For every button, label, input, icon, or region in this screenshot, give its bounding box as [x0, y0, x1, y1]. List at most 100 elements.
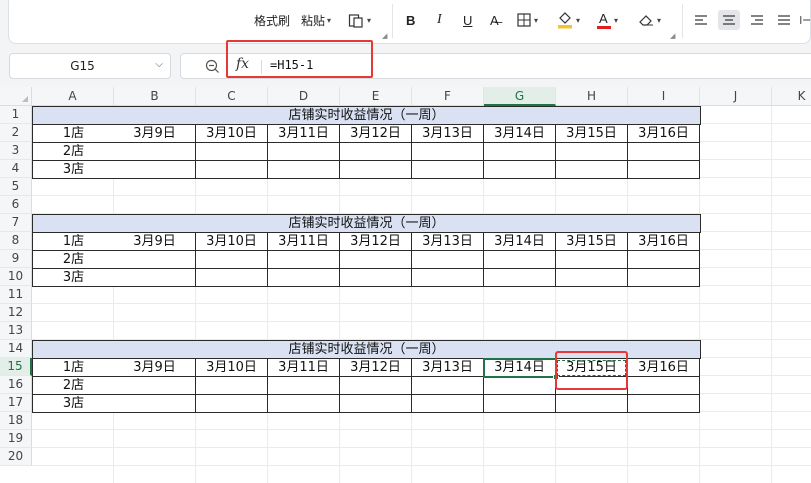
table-cell[interactable]: [340, 395, 412, 413]
table-cell[interactable]: [268, 161, 340, 179]
table-cell[interactable]: [340, 251, 412, 269]
table-cell[interactable]: [268, 251, 340, 269]
table-cell[interactable]: [412, 269, 484, 287]
column-header-k[interactable]: K: [772, 87, 811, 106]
table-cell[interactable]: [556, 251, 628, 269]
row-header-3[interactable]: 3: [0, 142, 32, 160]
row-header-16[interactable]: 16: [0, 376, 32, 394]
table-cell[interactable]: [114, 251, 196, 269]
format-painter-button[interactable]: 格式刷: [254, 11, 290, 29]
table-cell[interactable]: [628, 143, 700, 161]
strikethrough-button[interactable]: A̶: [490, 10, 499, 30]
chevron-down-icon[interactable]: ⌵: [155, 59, 163, 70]
row-header-14[interactable]: 14: [0, 340, 32, 358]
row-header-18[interactable]: 18: [0, 412, 32, 430]
table-cell[interactable]: [628, 161, 700, 179]
column-header-e[interactable]: E: [340, 87, 412, 106]
table-header-cell[interactable]: 3月9日: [114, 125, 196, 143]
table-cell[interactable]: [114, 395, 196, 413]
table-cell[interactable]: [484, 161, 556, 179]
bold-button[interactable]: B: [406, 10, 415, 30]
row-header-12[interactable]: 12: [0, 304, 32, 322]
table-header-cell[interactable]: 3月15日: [556, 233, 628, 251]
clear-button[interactable]: ▾: [638, 10, 661, 30]
column-header-c[interactable]: C: [196, 87, 268, 106]
paste-button[interactable]: 粘贴 ▾: [301, 11, 331, 29]
column-header-f[interactable]: F: [412, 87, 484, 106]
row-header-15[interactable]: 15: [0, 358, 32, 376]
row-header-2[interactable]: 2: [0, 124, 32, 142]
clipboard-dialog-launcher-icon[interactable]: ◢: [382, 32, 387, 40]
table-cell[interactable]: [484, 251, 556, 269]
table-header-cell[interactable]: 3月14日: [484, 233, 556, 251]
table-cell[interactable]: [628, 395, 700, 413]
table-cell[interactable]: [412, 143, 484, 161]
table-header-cell[interactable]: 3月13日: [412, 359, 484, 377]
spreadsheet-grid[interactable]: A B C D E F G H I J K 1 2 3 4 5 6 7 8 9 10 11 12 13 14 15 16 17 18 19…: [0, 87, 811, 483]
column-header-g[interactable]: G: [484, 87, 556, 106]
table-cell[interactable]: [556, 143, 628, 161]
table-cell[interactable]: [196, 395, 268, 413]
table-cell[interactable]: [114, 161, 196, 179]
column-header-j[interactable]: J: [700, 87, 772, 106]
table-cell[interactable]: [268, 269, 340, 287]
table-header-cell[interactable]: 1店: [32, 359, 115, 377]
table-cell[interactable]: [412, 395, 484, 413]
paste-options-button[interactable]: ▾: [348, 10, 371, 30]
store-label-cell[interactable]: 2店: [32, 377, 115, 395]
store-label-cell[interactable]: 2店: [32, 251, 115, 269]
table-header-cell[interactable]: 1店: [32, 125, 115, 143]
underline-button[interactable]: U: [463, 10, 472, 30]
column-header-b[interactable]: B: [114, 87, 196, 106]
row-header-9[interactable]: 9: [0, 250, 32, 268]
table-cell[interactable]: [628, 251, 700, 269]
align-right-button[interactable]: [748, 10, 766, 30]
table-cell[interactable]: [196, 269, 268, 287]
table-header-cell[interactable]: 3月16日: [628, 359, 700, 377]
align-left-button[interactable]: [692, 10, 710, 30]
italic-button[interactable]: I: [437, 10, 442, 30]
row-header-20[interactable]: 20: [0, 448, 32, 466]
table-cell[interactable]: [268, 143, 340, 161]
font-dialog-launcher-icon[interactable]: ◢: [670, 32, 675, 40]
font-color-button[interactable]: A ▾: [597, 10, 618, 30]
table-header-cell[interactable]: 3月11日: [268, 233, 340, 251]
select-all-button[interactable]: [0, 87, 32, 106]
table-cell[interactable]: [196, 143, 268, 161]
borders-button[interactable]: ▾: [517, 10, 538, 30]
table-header-cell[interactable]: 3月11日: [268, 125, 340, 143]
table-cell[interactable]: [484, 395, 556, 413]
column-header-i[interactable]: I: [628, 87, 700, 106]
table-cell[interactable]: [412, 251, 484, 269]
table-cell[interactable]: [484, 143, 556, 161]
table-cell[interactable]: [196, 377, 268, 395]
row-header-8[interactable]: 8: [0, 232, 32, 250]
table-header-cell[interactable]: 3月12日: [340, 359, 412, 377]
row-header-6[interactable]: 6: [0, 196, 32, 214]
table-cell[interactable]: [268, 395, 340, 413]
store-label-cell[interactable]: 3店: [32, 161, 115, 179]
table-cell[interactable]: [412, 377, 484, 395]
table-cell[interactable]: [196, 161, 268, 179]
table-cell[interactable]: [114, 377, 196, 395]
table-header-cell[interactable]: 3月9日: [114, 359, 196, 377]
justify-button[interactable]: [775, 10, 793, 30]
table-header-cell[interactable]: 1店: [32, 233, 115, 251]
zoom-out-icon[interactable]: [205, 59, 220, 74]
table-cell[interactable]: [340, 269, 412, 287]
table-cell[interactable]: [114, 143, 196, 161]
table-header-cell[interactable]: 3月10日: [196, 233, 268, 251]
store-label-cell[interactable]: 3店: [32, 395, 115, 413]
table-cell[interactable]: [556, 161, 628, 179]
row-header-4[interactable]: 4: [0, 160, 32, 178]
column-header-d[interactable]: D: [268, 87, 340, 106]
table-title[interactable]: 店铺实时收益情况（一周）: [32, 214, 701, 233]
table-cell[interactable]: [484, 377, 556, 395]
table-cell[interactable]: [340, 377, 412, 395]
table-header-cell[interactable]: 3月15日: [556, 125, 628, 143]
row-header-17[interactable]: 17: [0, 394, 32, 412]
table-header-cell[interactable]: 3月16日: [628, 233, 700, 251]
table-cell[interactable]: [340, 161, 412, 179]
table-cell[interactable]: [556, 269, 628, 287]
distributed-align-button[interactable]: [800, 10, 811, 30]
